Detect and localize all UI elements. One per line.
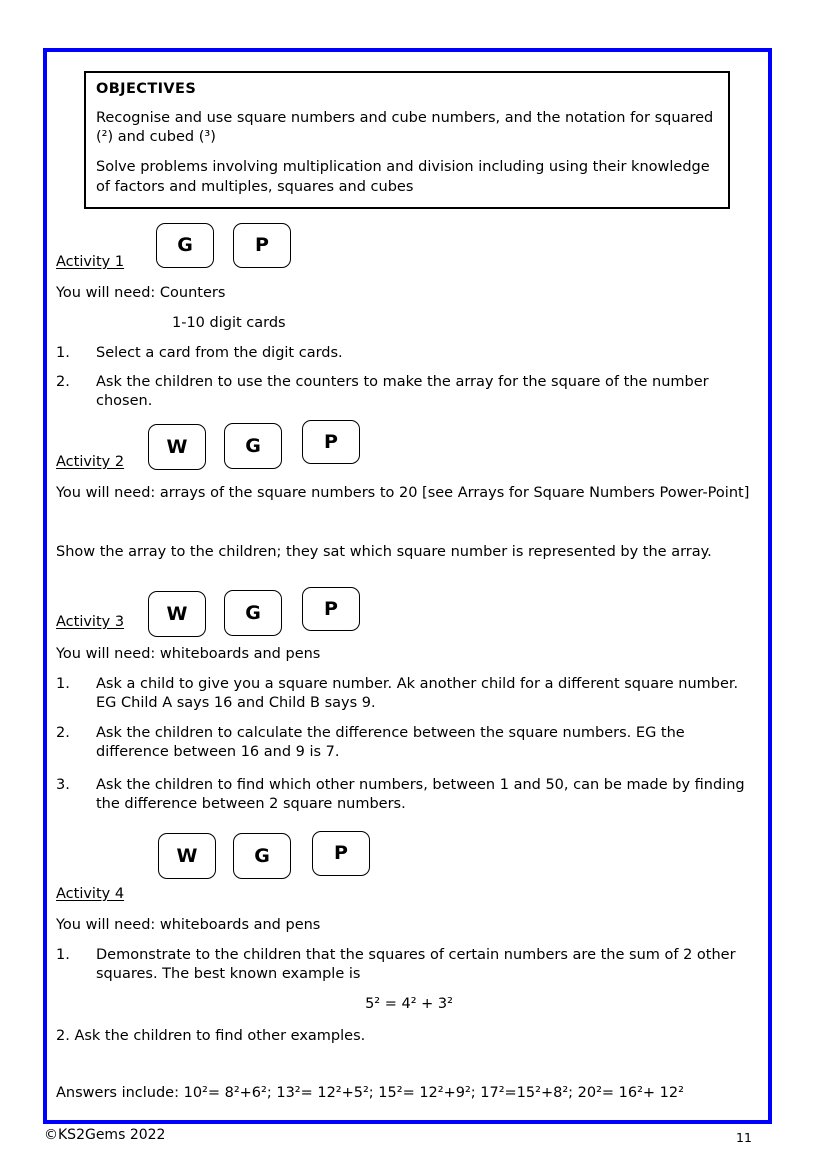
footer-page-number: 11 — [736, 1130, 752, 1145]
document-page: OBJECTIVES Recognise and use square numb… — [0, 0, 827, 1170]
activity-4-step-1: 1. Demonstrate to the children that the … — [56, 946, 762, 985]
footer-copyright: ©KS2Gems 2022 — [44, 1127, 166, 1143]
activity-2-needs-line-1: You will need: arrays of the square numb… — [56, 485, 750, 501]
activity-3-step-1-number: 1. — [56, 676, 70, 692]
activity-1-step-2-text: Ask the children to use the counters to … — [96, 374, 709, 410]
activity-4-step-1-number: 1. — [56, 947, 70, 963]
activity-4-label: Activity 4 — [56, 886, 125, 902]
activity-1-needs-line-2: 1-10 digit cards — [172, 315, 286, 331]
activity-2-paragraph: Show the array to the children; they sat… — [56, 544, 712, 560]
activity-3-label: Activity 3 — [56, 614, 125, 630]
activity-1-step-1: 1. Select a card from the digit cards. — [56, 344, 762, 363]
activity-3-badge-p[interactable]: P — [302, 587, 360, 631]
activity-1-step-2: 2. Ask the children to use the counters … — [56, 373, 762, 412]
activity-1-badge-g[interactable]: G — [156, 223, 214, 268]
page-content: OBJECTIVES Recognise and use square numb… — [56, 60, 762, 1114]
activity-3-step-3: 3. Ask the children to find which other … — [56, 776, 762, 815]
activity-2-badge-w[interactable]: W — [148, 424, 206, 470]
objectives-heading: OBJECTIVES — [96, 81, 197, 97]
activity-1-step-1-number: 1. — [56, 345, 70, 361]
activity-1-step-1-text: Select a card from the digit cards. — [96, 345, 343, 361]
activity-3-step-1: 1. Ask a child to give you a square numb… — [56, 675, 762, 714]
activity-4-step-1-text: Demonstrate to the children that the squ… — [96, 947, 736, 983]
objectives-paragraph-2: Solve problems involving multiplication … — [96, 159, 710, 195]
activity-1-badge-p[interactable]: P — [233, 223, 291, 268]
activity-3-badge-g[interactable]: G — [224, 590, 282, 636]
activity-3-step-3-text: Ask the children to find which other num… — [96, 777, 745, 813]
activity-2-badge-g[interactable]: G — [224, 423, 282, 469]
objectives-box: OBJECTIVES Recognise and use square numb… — [84, 71, 730, 209]
activity-4-needs-line-1: You will need: whiteboards and pens — [56, 917, 321, 933]
activity-1-needs-line-1: You will need: Counters — [56, 285, 226, 301]
activity-4-badge-p[interactable]: P — [312, 831, 370, 876]
answers-line: Answers include: 10²= 8²+6²; 13²= 12²+5²… — [56, 1085, 684, 1101]
activity-3-step-2-number: 2. — [56, 725, 70, 741]
activity-4-equation: 5² = 4² + 3² — [365, 996, 453, 1012]
objectives-paragraph-1: Recognise and use square numbers and cub… — [96, 109, 714, 145]
activity-3-step-1-text: Ask a child to give you a square number.… — [96, 676, 739, 712]
activity-3-step-2-text: Ask the children to calculate the differ… — [96, 725, 685, 761]
activity-2-label: Activity 2 — [56, 454, 125, 470]
activity-3-badge-w[interactable]: W — [148, 591, 206, 637]
activity-1-step-2-number: 2. — [56, 374, 70, 390]
activity-4-badge-g[interactable]: G — [233, 833, 291, 879]
activity-3-step-2: 2. Ask the children to calculate the dif… — [56, 724, 762, 763]
activity-1-label: Activity 1 — [56, 254, 125, 270]
activity-3-needs-line-1: You will need: whiteboards and pens — [56, 646, 321, 662]
activity-2-badge-p[interactable]: P — [302, 420, 360, 464]
activity-3-step-3-number: 3. — [56, 777, 70, 793]
activity-4-final-step: 2. Ask the children to find other exampl… — [56, 1028, 366, 1044]
activity-4-badge-w[interactable]: W — [158, 833, 216, 879]
